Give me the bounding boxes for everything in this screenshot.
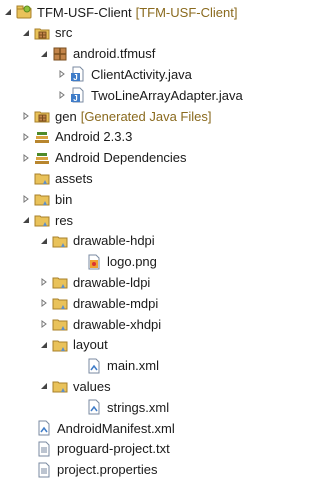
expanded-twistie-icon[interactable] [38, 375, 50, 397]
tree-node-android-manifest[interactable]: AndroidManifest.xml [36, 418, 175, 438]
tree-node-bin[interactable]: bin [20, 189, 72, 209]
library-icon [34, 129, 50, 145]
text-file-icon [36, 462, 52, 478]
package-icon [52, 46, 68, 62]
android-dependencies-label: Android Dependencies [55, 150, 187, 166]
tree-node-gen[interactable]: gen [Generated Java Files] [20, 106, 212, 126]
drawable-xhdpi-label: drawable-xhdpi [73, 316, 162, 332]
tree-node-drawable-mdpi[interactable]: drawable-mdpi [38, 293, 158, 313]
client-activity-label: ClientActivity.java [91, 66, 192, 82]
tree-node-proguard[interactable]: proguard-project.txt [36, 439, 170, 459]
drawable-hdpi-label: drawable-hdpi [73, 233, 155, 249]
gen-label: gen [55, 108, 77, 124]
tree-node-android-233[interactable]: Android 2.3.3 [20, 127, 132, 147]
expanded-twistie-icon[interactable] [38, 334, 50, 356]
collapsed-twistie-icon[interactable] [20, 188, 32, 210]
expanded-twistie-icon[interactable] [20, 22, 32, 44]
android-manifest-label: AndroidManifest.xml [57, 420, 175, 436]
folder-icon [52, 233, 68, 249]
collapsed-twistie-icon[interactable] [38, 313, 50, 335]
tree-node-project-properties[interactable]: project.properties [36, 460, 157, 480]
folder-icon [34, 191, 50, 207]
tree-node-res[interactable]: res [20, 210, 73, 230]
image-file-icon [86, 254, 102, 270]
drawable-ldpi-label: drawable-ldpi [73, 274, 151, 290]
proguard-label: proguard-project.txt [57, 441, 170, 457]
tree-node-logo-png[interactable]: logo.png [86, 252, 157, 272]
assets-label: assets [55, 170, 93, 186]
java-file-icon: J [70, 66, 86, 82]
collapsed-twistie-icon[interactable] [56, 84, 68, 106]
tree-node-drawable-ldpi[interactable]: drawable-ldpi [38, 272, 150, 292]
collapsed-twistie-icon[interactable] [38, 271, 50, 293]
main-xml-label: main.xml [107, 358, 160, 374]
xml-file-icon [86, 358, 102, 374]
tree-node-two-line-adapter[interactable]: J TwoLineArrayAdapter.java [56, 85, 243, 105]
package-label: android.tfmusf [73, 46, 156, 62]
values-label: values [73, 378, 111, 394]
svg-text:J: J [73, 94, 77, 103]
android-233-label: Android 2.3.3 [55, 129, 133, 145]
tree-node-drawable-xhdpi[interactable]: drawable-xhdpi [38, 314, 161, 334]
tree-node-strings-xml[interactable]: strings.xml [86, 397, 169, 417]
tree-node-client-activity[interactable]: J ClientActivity.java [56, 64, 192, 84]
android-project-icon [16, 4, 32, 20]
collapsed-twistie-icon[interactable] [38, 292, 50, 314]
expanded-twistie-icon[interactable] [2, 1, 14, 23]
project-decoration: [TFM-USF-Client] [135, 4, 238, 20]
expanded-twistie-icon[interactable] [38, 43, 50, 65]
tree-node-package[interactable]: android.tfmusf [38, 44, 155, 64]
folder-icon [52, 316, 68, 332]
xml-file-icon [36, 420, 52, 436]
tree-node-src[interactable]: src [20, 23, 72, 43]
java-file-icon: J [70, 87, 86, 103]
res-label: res [55, 212, 74, 228]
folder-icon [52, 337, 68, 353]
text-file-icon [36, 441, 52, 457]
tree-node-project[interactable]: TFM-USF-Client [TFM-USF-Client] [2, 2, 237, 22]
two-line-adapter-label: TwoLineArrayAdapter.java [91, 87, 243, 103]
folder-icon [52, 295, 68, 311]
library-icon [34, 150, 50, 166]
logo-png-label: logo.png [107, 254, 157, 270]
project-properties-label: project.properties [57, 462, 158, 478]
tree-node-main-xml[interactable]: main.xml [86, 356, 159, 376]
folder-icon [52, 378, 68, 394]
expanded-twistie-icon[interactable] [20, 209, 32, 231]
src-label: src [55, 25, 73, 41]
tree-node-android-dependencies[interactable]: Android Dependencies [20, 148, 187, 168]
folder-icon [34, 170, 50, 186]
tree-node-assets[interactable]: assets [20, 168, 93, 188]
layout-label: layout [73, 337, 108, 353]
collapsed-twistie-icon[interactable] [20, 105, 32, 127]
collapsed-twistie-icon[interactable] [20, 126, 32, 148]
folder-icon [52, 274, 68, 290]
tree-node-drawable-hdpi[interactable]: drawable-hdpi [38, 231, 155, 251]
bin-label: bin [55, 191, 73, 207]
gen-decoration: [Generated Java Files] [80, 108, 212, 124]
project-explorer-tree: TFM-USF-Client [TFM-USF-Client] src andr… [0, 0, 309, 479]
source-folder-icon [34, 25, 50, 41]
collapsed-twistie-icon[interactable] [56, 63, 68, 85]
generated-source-folder-icon [34, 108, 50, 124]
collapsed-twistie-icon[interactable] [20, 147, 32, 169]
strings-xml-label: strings.xml [107, 399, 170, 415]
tree-node-values[interactable]: values [38, 376, 111, 396]
folder-icon [34, 212, 50, 228]
svg-text:J: J [73, 73, 77, 82]
drawable-mdpi-label: drawable-mdpi [73, 295, 159, 311]
project-label: TFM-USF-Client [37, 4, 132, 20]
tree-node-layout[interactable]: layout [38, 335, 108, 355]
xml-file-icon [86, 399, 102, 415]
expanded-twistie-icon[interactable] [38, 230, 50, 252]
